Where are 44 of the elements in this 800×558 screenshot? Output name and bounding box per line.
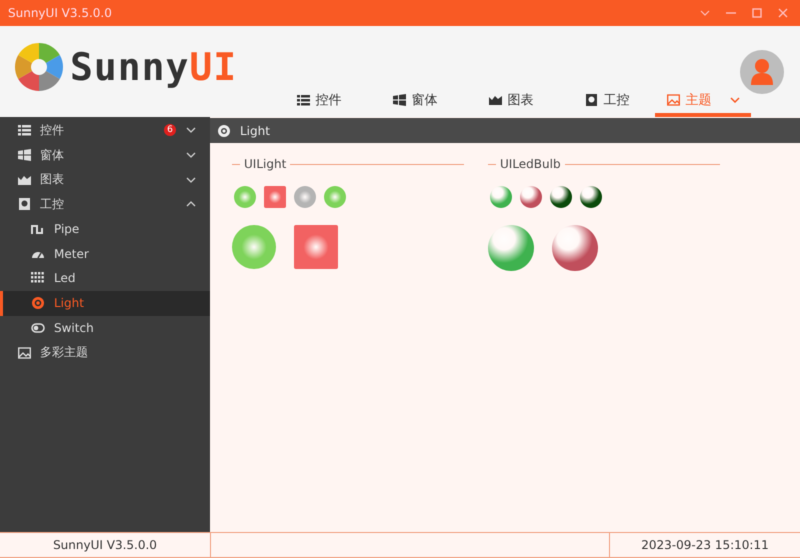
sidebar-item[interactable]: 图表	[0, 167, 210, 192]
avatar[interactable]	[740, 50, 784, 94]
caret-up-icon	[186, 201, 196, 208]
close-icon[interactable]	[778, 8, 788, 18]
logo-icon	[14, 42, 64, 92]
sidebar-item[interactable]: Light	[0, 290, 210, 316]
sidebar-item[interactable]: Meter	[0, 241, 210, 266]
sidebar-item[interactable]: 多彩主题	[0, 340, 210, 365]
image-icon	[18, 346, 31, 359]
nav-tab[interactable]: 控件	[271, 87, 368, 117]
logo-text: SunnyUI	[70, 45, 238, 89]
maximize-icon[interactable]	[752, 8, 762, 18]
windows-icon	[392, 94, 406, 106]
windows-icon	[18, 149, 31, 162]
caret-icon[interactable]	[700, 10, 710, 16]
toggle-icon	[31, 322, 45, 334]
sidebar-item[interactable]: Pipe	[0, 216, 210, 242]
sidebar-item[interactable]: Led	[0, 266, 210, 291]
target-icon	[31, 297, 45, 310]
group-title: UILight	[244, 157, 286, 171]
image-icon	[666, 94, 680, 106]
pipe-icon	[31, 223, 45, 236]
window-title: SunnyUI V3.5.0.0	[8, 6, 112, 20]
target-icon	[218, 124, 230, 136]
grid-icon	[31, 272, 45, 284]
caret-icon	[730, 97, 740, 103]
sidebar-item[interactable]: 工控	[0, 192, 210, 217]
status-time: 2023-09-23 15:10:11	[609, 533, 800, 557]
sidebar-item[interactable]: Switch	[0, 316, 210, 340]
caret-down-icon	[186, 176, 196, 183]
nav-tab[interactable]: 工控	[559, 87, 656, 117]
minimize-icon[interactable]	[726, 12, 736, 14]
sidebar-item[interactable]: 窗体	[0, 142, 210, 168]
caret-down-icon	[186, 152, 196, 158]
nav-tab[interactable]: 窗体	[367, 87, 464, 117]
list-icon	[296, 94, 310, 106]
page-title: Light	[240, 124, 270, 138]
caret-down-icon	[186, 127, 196, 134]
nav-tab[interactable]: 图表	[463, 87, 560, 117]
sidebar-item[interactable]: 控件 6	[0, 118, 210, 143]
count-badge: 6	[164, 124, 176, 136]
status-text: SunnyUI V3.5.0.0	[0, 533, 211, 557]
list-icon	[18, 124, 31, 136]
group-title: UILedBulb	[500, 157, 561, 171]
